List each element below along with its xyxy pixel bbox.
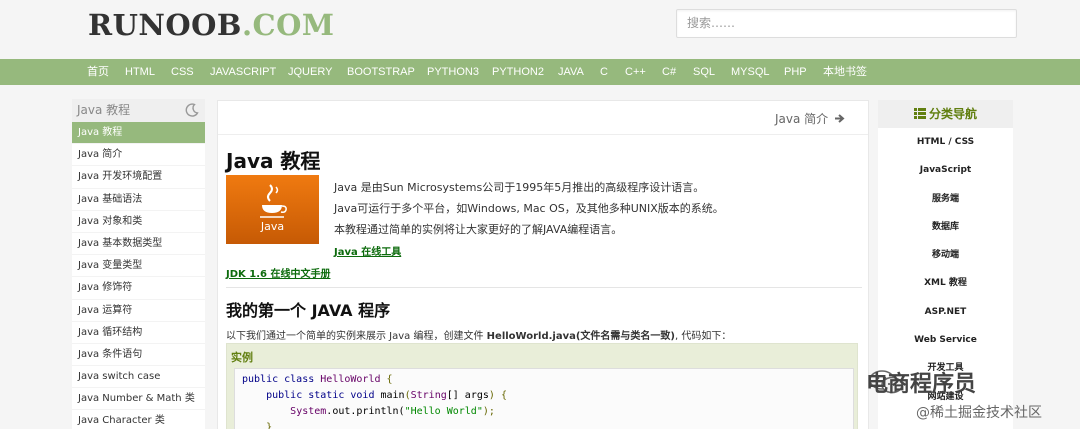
nav-item-css[interactable]: CSS <box>171 59 194 85</box>
divider <box>226 287 862 288</box>
jdk-manual-link[interactable]: JDK 1.6 在线中文手册 <box>226 265 330 280</box>
code-string: "Hello World" <box>404 406 483 417</box>
top-nav: 首页 HTML CSS JAVASCRIPT JQUERY BOOTSTRAP … <box>0 59 1080 85</box>
code-block[interactable]: public class HelloWorld { public static … <box>234 368 854 429</box>
desc-text-before: 以下我们通过一个简单的实例来展示 Java 编程，创建文件 <box>226 331 487 342</box>
category-item-server[interactable]: 服务端 <box>878 185 1013 213</box>
nav-item-c[interactable]: C <box>600 59 608 85</box>
code-punct: { <box>386 374 393 385</box>
category-item-webservice[interactable]: Web Service <box>878 326 1013 354</box>
nav-item-bookmarks[interactable]: 本地书签 <box>823 59 867 85</box>
online-tool-link[interactable]: Java 在线工具 <box>334 243 401 258</box>
sidebar-item-java-operators[interactable]: Java 运算符 <box>72 300 205 322</box>
code-punct: ); <box>482 406 495 417</box>
nav-item-javascript[interactable]: JAVASCRIPT <box>210 59 276 85</box>
category-item-database[interactable]: 数据库 <box>878 213 1013 241</box>
section-title: 我的第一个 JAVA 程序 <box>226 301 391 320</box>
code-type: System <box>290 406 327 417</box>
nav-item-sql[interactable]: SQL <box>693 59 715 85</box>
nav-item-home[interactable]: 首页 <box>87 59 109 85</box>
left-sidebar: Java 教程 Java 教程 Java 简介 Java 开发环境配置 Java… <box>72 99 205 429</box>
arrow-right-icon <box>835 114 845 123</box>
sidebar-item-java-intro[interactable]: Java 简介 <box>72 144 205 167</box>
nav-item-jquery[interactable]: JQUERY <box>288 59 332 85</box>
logo-text-main: RUNOOB <box>88 8 242 42</box>
nav-item-python3[interactable]: PYTHON3 <box>427 59 479 85</box>
next-article-link[interactable]: Java 简介 <box>775 110 845 127</box>
sidebar-item-java-switch[interactable]: Java switch case <box>72 366 205 389</box>
search-input[interactable]: 搜索…… <box>676 9 1017 38</box>
nav-item-mysql[interactable]: MYSQL <box>731 59 770 85</box>
example-box: 实例 public class HelloWorld { public stat… <box>226 343 858 429</box>
nav-item-php[interactable]: PHP <box>784 59 807 85</box>
code-keyword: public static void <box>266 390 375 401</box>
site-header: RUNOOB.COM 搜索…… <box>0 0 1080 58</box>
category-item-html-css[interactable]: HTML / CSS <box>878 128 1013 156</box>
code-punct: ) { <box>488 390 507 401</box>
java-logo-text: Java <box>260 220 285 233</box>
sidebar-list: Java 教程 Java 简介 Java 开发环境配置 Java 基础语法 Ja… <box>72 122 205 429</box>
sidebar-item-java-modifiers[interactable]: Java 修饰符 <box>72 277 205 300</box>
list-icon <box>913 108 926 119</box>
nav-item-cpp[interactable]: C++ <box>625 59 646 85</box>
code-type: String <box>410 390 447 401</box>
category-item-mobile[interactable]: 移动端 <box>878 241 1013 269</box>
code-method: main <box>380 390 405 401</box>
site-logo[interactable]: RUNOOB.COM <box>88 8 334 42</box>
sidebar-item-java-syntax[interactable]: Java 基础语法 <box>72 189 205 211</box>
sidebar-item-java-datatypes[interactable]: Java 基本数据类型 <box>72 233 205 256</box>
category-item-aspnet[interactable]: ASP.NET <box>878 298 1013 326</box>
category-item-javascript[interactable]: JavaScript <box>878 156 1013 184</box>
sidebar-item-java-objects[interactable]: Java 对象和类 <box>72 211 205 233</box>
watermark-title: 电商程序员 <box>866 372 977 397</box>
category-nav-header: 分类导航 <box>878 100 1013 128</box>
intro-line-2: Java可运行于多个平台，如Windows, Mac OS，及其他多种UNIX版… <box>334 202 724 215</box>
code-call: .out.println( <box>326 406 405 417</box>
nav-item-bootstrap[interactable]: BOOTSTRAP <box>347 59 415 85</box>
sidebar-item-java-number-math[interactable]: Java Number & Math 类 <box>72 388 205 411</box>
sidebar-header: Java 教程 <box>72 99 205 122</box>
main-content: Java 简介 Java 教程 Java Java 是由Sun Microsys… <box>217 100 869 429</box>
code-punct: } <box>266 422 273 429</box>
sidebar-item-java-tutorial[interactable]: Java 教程 <box>72 122 205 145</box>
intro-line-3: 本教程通过简单的实例将让大家更好的了解JAVA编程语言。 <box>334 223 623 236</box>
logo-text-domain: .COM <box>241 8 335 42</box>
sidebar-title: Java 教程 <box>77 103 131 117</box>
nav-item-python2[interactable]: PYTHON2 <box>492 59 544 85</box>
sidebar-item-java-character[interactable]: Java Character 类 <box>72 410 205 429</box>
next-article-label: Java 简介 <box>775 112 829 126</box>
nav-item-java[interactable]: JAVA <box>558 59 584 85</box>
page-title: Java 教程 <box>226 149 321 173</box>
code-type: HelloWorld <box>320 374 381 385</box>
code-args: [] args <box>446 390 489 401</box>
section-description: 以下我们通过一个简单的实例来展示 Java 编程，创建文件 HelloWorld… <box>226 327 731 342</box>
article-top-nav: Java 简介 <box>218 101 868 135</box>
sidebar-item-java-env[interactable]: Java 开发环境配置 <box>72 166 205 189</box>
java-logo-image: Java <box>226 175 319 244</box>
watermark-subtitle: @稀土掘金技术社区 <box>916 405 1042 421</box>
code-keyword: public class <box>242 374 315 385</box>
nav-item-html[interactable]: HTML <box>125 59 155 85</box>
coffee-cup-icon <box>260 184 287 218</box>
nav-item-csharp[interactable]: C# <box>662 59 676 85</box>
example-title: 实例 <box>231 351 253 364</box>
sidebar-item-java-loops[interactable]: Java 循环结构 <box>72 322 205 344</box>
desc-text-after: , 代码如下： <box>675 331 732 342</box>
moon-icon[interactable] <box>184 102 200 118</box>
desc-filename: HelloWorld.java(文件名需与类名一致) <box>486 331 675 342</box>
sidebar-item-java-variables[interactable]: Java 变量类型 <box>72 255 205 278</box>
intro-line-1: Java 是由Sun Microsystems公司于1995年5月推出的高级程序… <box>334 181 705 194</box>
category-item-xml[interactable]: XML 教程 <box>878 269 1013 297</box>
category-nav-title: 分类导航 <box>928 107 977 121</box>
sidebar-item-java-conditions[interactable]: Java 条件语句 <box>72 344 205 367</box>
